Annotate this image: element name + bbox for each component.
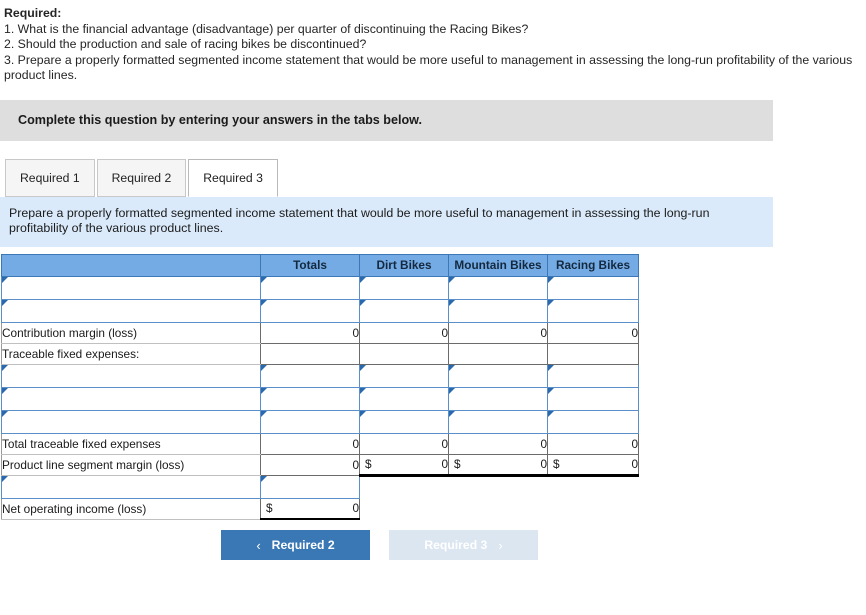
row-total-traceable-dirt: 0 [359, 432, 449, 455]
table-row [1, 473, 639, 499]
segmented-income-statement-worksheet: Totals Dirt Bikes Mountain Bikes Racing … [0, 253, 866, 520]
dollar-sign: $ [454, 457, 461, 471]
row-5-label-input[interactable] [1, 386, 261, 411]
row-segment-margin-label: Product line segment margin (loss) [1, 454, 261, 476]
row-10-empty-area [359, 498, 639, 519]
row-traceable-fixed-expenses-dirt [359, 343, 449, 365]
row-total-traceable-label: Total traceable fixed expenses [1, 433, 261, 455]
row-4-mountain-input[interactable] [448, 363, 548, 388]
row-4-dirt-input[interactable] [359, 363, 449, 388]
table-row: Product line segment margin (loss) 0 $0 … [1, 454, 639, 476]
table-row: Contribution margin (loss) 0 0 0 0 [1, 321, 639, 344]
row-0-dirt-input[interactable] [359, 275, 449, 300]
row-net-operating-income-label: Net operating income (loss) [1, 498, 261, 520]
table-row: Traceable fixed expenses: [1, 343, 639, 365]
table-header-row: Totals Dirt Bikes Mountain Bikes Racing … [1, 253, 639, 277]
dollar-sign: $ [553, 457, 560, 471]
row-0-label-input[interactable] [1, 275, 261, 300]
row-6-dirt-input[interactable] [359, 409, 449, 434]
complete-question-banner: Complete this question by entering your … [0, 99, 773, 141]
row-5-dirt-input[interactable] [359, 386, 449, 411]
dollar-sign: $ [266, 501, 273, 516]
row-traceable-fixed-expenses-totals [260, 343, 360, 365]
row-1-mountain-input[interactable] [448, 298, 548, 323]
column-header-dirt-bikes: Dirt Bikes [359, 253, 449, 277]
row-4-racing-input[interactable] [547, 363, 639, 388]
tab-required-1[interactable]: Required 1 [5, 158, 95, 197]
row-5-mountain-input[interactable] [448, 386, 548, 411]
table-row [1, 275, 639, 300]
required-prompt: Required: 1. What is the financial advan… [0, 0, 866, 84]
row-6-mountain-input[interactable] [448, 409, 548, 434]
row-5-totals-input[interactable] [260, 386, 360, 411]
row-segment-margin-totals-value: 0 [352, 457, 359, 472]
row-contribution-margin-label: Contribution margin (loss) [1, 322, 261, 344]
column-header-racing-bikes: Racing Bikes [547, 253, 639, 277]
row-segment-margin-dirt: $0 [359, 454, 449, 476]
row-net-operating-income-totals: $0 [260, 497, 360, 520]
row-1-label-input[interactable] [1, 298, 261, 323]
row-segment-margin-totals: 0 [260, 454, 360, 476]
row-segment-margin-dirt-value: 0 [441, 457, 448, 471]
row-0-totals-input[interactable] [260, 275, 360, 300]
row-traceable-fixed-expenses-racing [547, 343, 639, 365]
row-9-empty-area [359, 473, 639, 498]
row-4-totals-input[interactable] [260, 363, 360, 388]
row-contribution-margin-racing: 0 [547, 321, 639, 344]
row-net-operating-income-totals-value: 0 [352, 501, 359, 516]
table-row: Net operating income (loss) $0 [1, 497, 639, 520]
prev-required-2-button[interactable]: ‹ Required 2 [221, 530, 370, 560]
table-row: Total traceable fixed expenses 0 0 0 0 [1, 432, 639, 455]
row-segment-margin-mountain: $0 [448, 454, 548, 476]
row-6-totals-input[interactable] [260, 409, 360, 434]
column-header-totals: Totals [260, 253, 360, 277]
next-button-label: Required 3 [424, 538, 488, 552]
dollar-sign: $ [365, 457, 372, 471]
row-6-label-input[interactable] [1, 409, 261, 434]
tab-required-2[interactable]: Required 2 [96, 158, 187, 197]
row-5-racing-input[interactable] [547, 386, 639, 411]
table-row [1, 363, 639, 388]
row-0-mountain-input[interactable] [448, 275, 548, 300]
chevron-right-icon: › [498, 537, 503, 553]
row-traceable-fixed-expenses-label: Traceable fixed expenses: [1, 343, 261, 365]
row-4-label-input[interactable] [1, 363, 261, 388]
row-segment-margin-racing-value: 0 [631, 457, 638, 471]
row-0-racing-input[interactable] [547, 275, 639, 300]
required-item-2: 2. Should the production and sale of rac… [4, 37, 367, 51]
row-contribution-margin-totals: 0 [260, 321, 360, 344]
row-9-totals-input[interactable] [260, 474, 360, 499]
required-item-3: 3. Prepare a properly formatted segmente… [4, 52, 853, 83]
chevron-left-icon: ‹ [256, 537, 261, 553]
row-total-traceable-racing: 0 [547, 432, 639, 455]
row-total-traceable-mountain: 0 [448, 432, 548, 455]
row-contribution-margin-dirt: 0 [359, 321, 449, 344]
row-1-totals-input[interactable] [260, 298, 360, 323]
column-header-mountain-bikes: Mountain Bikes [448, 253, 548, 277]
row-segment-margin-racing: $0 [547, 454, 639, 476]
row-9-label-input[interactable] [1, 474, 261, 499]
row-total-traceable-totals: 0 [260, 432, 360, 455]
row-contribution-margin-mountain: 0 [448, 321, 548, 344]
required-item-1: 1. What is the financial advantage (disa… [4, 21, 529, 36]
row-traceable-fixed-expenses-mountain [448, 343, 548, 365]
worksheet-table: Totals Dirt Bikes Mountain Bikes Racing … [1, 253, 639, 520]
table-row [1, 298, 639, 323]
tab-navigation: ‹ Required 2 Required 3 › [0, 530, 866, 560]
row-6-racing-input[interactable] [547, 409, 639, 434]
next-required-3-button[interactable]: Required 3 › [389, 530, 538, 560]
row-1-dirt-input[interactable] [359, 298, 449, 323]
required-heading: Required: [4, 6, 62, 20]
tab-required-3[interactable]: Required 3 [188, 158, 278, 197]
table-row [1, 386, 639, 411]
table-row [1, 409, 639, 434]
row-1-racing-input[interactable] [547, 298, 639, 323]
column-header-blank [1, 253, 261, 277]
prev-button-label: Required 2 [271, 538, 335, 552]
tab-instruction-text: Prepare a properly formatted segmented i… [0, 196, 773, 247]
row-segment-margin-mountain-value: 0 [540, 457, 547, 471]
requirement-tabs: Required 1 Required 2 Required 3 [0, 158, 866, 197]
